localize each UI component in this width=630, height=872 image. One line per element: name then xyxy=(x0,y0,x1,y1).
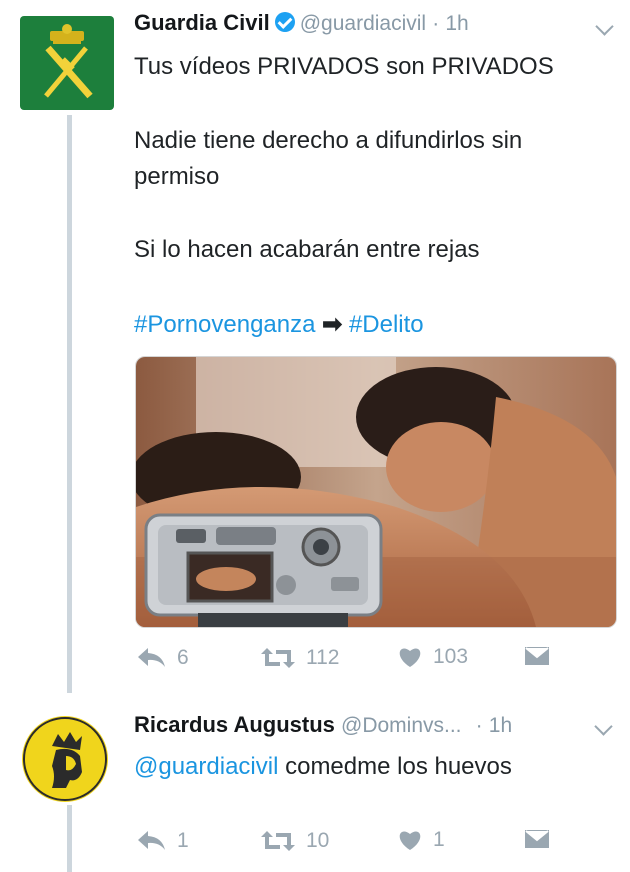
tweet-line-3: permiso xyxy=(134,163,220,190)
retweet-count: 112 xyxy=(306,646,340,669)
retweet-button[interactable]: 10 xyxy=(260,828,329,854)
guardia-civil-emblem-icon xyxy=(44,24,93,99)
mention-guardiacivil[interactable]: @guardiacivil xyxy=(134,753,278,780)
tweet-guardia-civil[interactable]: Guardia Civil @guardiacivil · 1h Tus víde… xyxy=(0,0,630,690)
tweet-line-1: Tus vídeos PRIVADOS son PRIVADOS xyxy=(134,53,554,80)
reply-icon xyxy=(138,648,165,667)
direct-message-button[interactable] xyxy=(523,645,551,667)
separator-dot: · xyxy=(475,714,483,737)
tweet-line-4: Si lo hacen acabarán entre rejas xyxy=(134,236,480,263)
reply-icon xyxy=(138,831,165,850)
retweet-count: 10 xyxy=(306,829,330,852)
retweet-icon xyxy=(261,831,295,851)
direct-message-icon xyxy=(523,828,551,850)
tweet-actions: 1 10 1 xyxy=(135,828,615,858)
direct-message-button[interactable] xyxy=(523,828,551,850)
tweet-header: Guardia Civil @guardiacivil · 1h xyxy=(134,10,469,36)
author-handle[interactable]: @guardiacivil xyxy=(300,12,426,35)
hashtag-pornovenganza[interactable]: #Pornovenganza xyxy=(134,311,315,338)
reply-body: comedme los huevos xyxy=(278,753,512,780)
tweet-header: Ricardus Augustus @Dominvs... · 1h xyxy=(134,712,512,738)
hashtag-line: #Pornovenganza ➡ #Delito xyxy=(134,308,424,342)
verified-badge-icon xyxy=(274,12,295,32)
heart-icon xyxy=(399,648,421,667)
reply-text: @guardiacivil comedme los huevos xyxy=(134,750,512,784)
separator-dot: · xyxy=(432,12,440,35)
tweet-media-photo[interactable] xyxy=(135,356,617,628)
direct-message-icon xyxy=(523,645,551,667)
tweet-time[interactable]: 1h xyxy=(445,12,468,35)
coin-portrait-icon xyxy=(23,717,107,801)
like-button[interactable]: 1 xyxy=(397,828,445,852)
author-handle[interactable]: @Dominvs... xyxy=(341,714,462,737)
tweet-time[interactable]: 1h xyxy=(489,714,512,737)
like-count: 103 xyxy=(433,645,469,668)
reply-button[interactable]: 6 xyxy=(135,645,189,671)
tweet-actions: 6 112 103 xyxy=(135,645,615,675)
avatar-ricardus-augustus[interactable] xyxy=(22,716,108,802)
like-count: 1 xyxy=(433,828,445,851)
like-button[interactable]: 103 xyxy=(397,645,468,669)
retweet-button[interactable]: 112 xyxy=(260,645,339,671)
tweet-ricardus-augustus[interactable]: Ricardus Augustus @Dominvs... · 1h @guar… xyxy=(0,700,630,872)
hashtag-delito[interactable]: #Delito xyxy=(349,311,424,338)
chevron-down-icon[interactable] xyxy=(594,717,613,736)
reply-button[interactable]: 1 xyxy=(135,828,189,854)
tweet-line-2: Nadie tiene derecho a difundirlos sin xyxy=(134,127,523,154)
photo-camera-scene xyxy=(136,357,616,627)
reply-count: 6 xyxy=(177,646,189,669)
author-name[interactable]: Guardia Civil xyxy=(134,10,270,35)
avatar-guardia-civil[interactable] xyxy=(20,16,114,110)
author-name[interactable]: Ricardus Augustus xyxy=(134,712,335,737)
retweet-icon xyxy=(261,648,295,668)
chevron-down-icon[interactable] xyxy=(595,17,614,36)
heart-icon xyxy=(399,831,421,850)
reply-count: 1 xyxy=(177,829,189,852)
right-arrow-icon: ➡ xyxy=(322,311,343,338)
